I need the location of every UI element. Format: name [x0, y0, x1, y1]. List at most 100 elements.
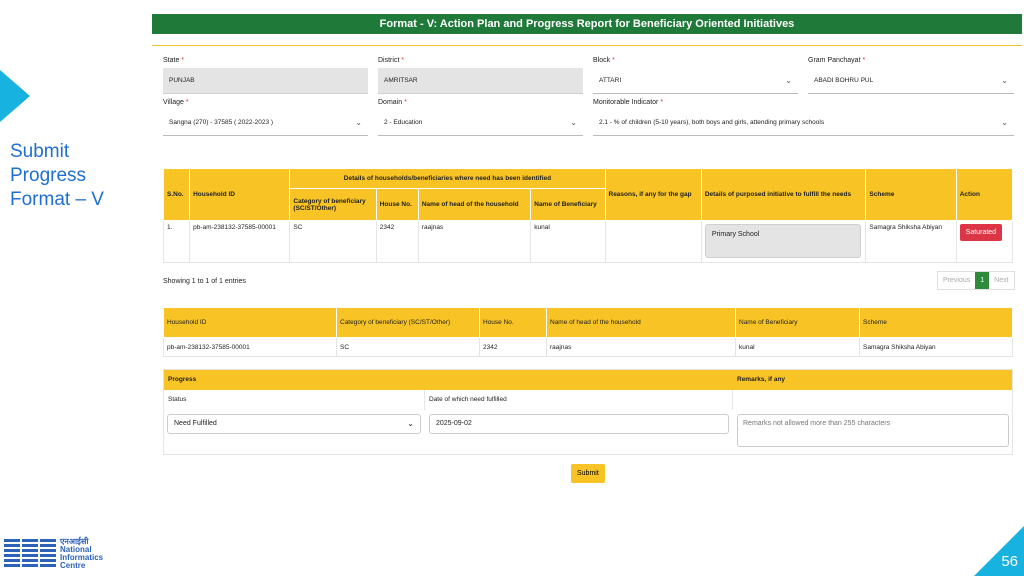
chevron-down-icon: ⌄	[1001, 118, 1008, 127]
col2-category: Category of beneficiary (SC/ST/Other)	[336, 307, 480, 338]
progress-header: Progress Remarks, if any	[164, 370, 1012, 390]
chevron-down-icon: ⌄	[407, 419, 414, 428]
indicator-label: Monitorable Indicator *	[593, 99, 664, 106]
col-group-details: Details of households/beneficiaries wher…	[289, 168, 606, 189]
slide-title-line1: Submit	[10, 141, 70, 162]
progress-section: Progress Remarks, if any Status Date of …	[163, 369, 1013, 455]
progress-subheader: Status Date of which need fulfilled	[164, 390, 1012, 410]
beneficiary-table: S.No. Household ID Details of households…	[162, 168, 1014, 263]
village-value: Sangna (270) - 37585 ( 2022-2023 )	[169, 119, 274, 126]
cell-action: Saturated	[955, 220, 1014, 263]
domain-value: 2 - Education	[384, 119, 423, 126]
indicator-field: Monitorable Indicator * 2.1 - % of child…	[593, 99, 1014, 136]
table-row: 1. pb-am-238132-37585-00001 SC 2342 raaj…	[162, 220, 1014, 263]
nic-logo: एनआईसी National Informatics Centre	[4, 538, 103, 570]
col-household-id: Household ID	[189, 168, 291, 221]
cell-initiative: Primary School	[700, 220, 867, 263]
indicator-select[interactable]: 2.1 - % of children (5-10 years), both b…	[593, 110, 1014, 136]
col-beneficiary: Name of Beneficiary	[530, 188, 606, 221]
state-field: State * PUNJAB	[163, 57, 368, 94]
pagination-page-1[interactable]: 1	[975, 272, 990, 289]
slide-title-line3: Format – V	[10, 189, 104, 210]
slide-title: Submit Progress Format – V	[10, 140, 140, 212]
header-divider	[152, 45, 1022, 46]
remarks-cell: Remarks not allowed more than 255 charac…	[733, 410, 1012, 447]
cell2-head-name: raajnas	[546, 337, 736, 357]
block-select[interactable]: ATTARI ⌄	[593, 68, 798, 94]
page-number: 56	[1001, 553, 1018, 570]
col-category: Category of beneficiary (SC/ST/Other)	[289, 188, 377, 221]
cell-head-name: raajnas	[417, 220, 532, 263]
gram-label: Gram Panchayat *	[808, 57, 866, 64]
slide-title-line2: Progress	[10, 165, 87, 186]
chevron-down-icon: ⌄	[355, 118, 362, 127]
cell2-beneficiary: kunal	[735, 337, 860, 357]
chevron-down-icon: ⌄	[785, 76, 792, 85]
remarks-heading: Remarks, if any	[737, 376, 786, 383]
domain-select[interactable]: 2 - Education ⌄	[378, 110, 583, 136]
village-label: Village *	[163, 99, 189, 106]
domain-field: Domain * 2 - Education ⌄	[378, 99, 583, 136]
col2-scheme: Scheme	[859, 307, 1013, 338]
table-row: pb-am-238132-37585-00001 SC 2342 raajnas…	[163, 337, 1013, 357]
pagination-next[interactable]: Next	[989, 272, 1013, 289]
pagination: Previous 1 Next	[937, 271, 1015, 290]
nic-logo-text: एनआईसी National Informatics Centre	[60, 538, 103, 570]
state-label: State *	[163, 57, 185, 64]
district-field: District * AMRITSAR	[378, 57, 583, 94]
chevron-down-icon: ⌄	[570, 118, 577, 127]
village-field: Village * Sangna (270) - 37585 ( 2022-20…	[163, 99, 368, 136]
domain-label: Domain *	[378, 99, 407, 106]
saturated-button[interactable]: Saturated	[959, 224, 1003, 241]
remarks-label-spacer	[733, 390, 741, 410]
col-action: Action	[955, 168, 1014, 221]
logo-line3: Centre	[60, 561, 86, 570]
status-select[interactable]: Need Fulfilled ⌄	[167, 414, 421, 434]
cell2-house-no: 2342	[479, 337, 547, 357]
cell-house-no: 2342	[375, 220, 419, 263]
form-header: Format - V: Action Plan and Progress Rep…	[152, 14, 1022, 34]
date-cell: 2025-09-02	[425, 410, 733, 447]
col2-beneficiary: Name of Beneficiary	[735, 307, 860, 338]
cell-beneficiary: kunal	[530, 220, 606, 263]
cell2-scheme: Samagra Shiksha Abiyan	[859, 337, 1013, 357]
form-container: Format - V: Action Plan and Progress Rep…	[152, 14, 1022, 46]
household-summary-table: Household ID Category of beneficiary (SC…	[163, 307, 1013, 357]
status-cell: Need Fulfilled ⌄	[164, 410, 425, 447]
status-label: Status	[164, 390, 425, 410]
village-select[interactable]: Sangna (270) - 37585 ( 2022-2023 ) ⌄	[163, 110, 368, 136]
col2-household-id: Household ID	[163, 307, 337, 338]
nic-logo-mark	[4, 539, 56, 569]
gram-select[interactable]: ABADI BOHRU PUL ⌄	[808, 68, 1014, 94]
district-label: District *	[378, 57, 405, 64]
state-input[interactable]: PUNJAB	[163, 68, 368, 94]
col-head-name: Name of head of the household	[417, 188, 532, 221]
block-value: ATTARI	[599, 77, 622, 84]
progress-inputs: Need Fulfilled ⌄ 2025-09-02 Remarks not a…	[164, 410, 1012, 447]
col-initiative-details: Details of purposed initiative to fulfil…	[700, 168, 867, 221]
chevron-down-icon: ⌄	[1001, 76, 1008, 85]
date-input[interactable]: 2025-09-02	[429, 414, 729, 434]
submit-button[interactable]: Submit	[571, 464, 605, 483]
date-label: Date of which need fulfilled	[425, 390, 733, 410]
district-input[interactable]: AMRITSAR	[378, 68, 583, 94]
block-label: Block *	[593, 57, 615, 64]
gram-value: ABADI BOHRU PUL	[814, 77, 874, 84]
cell-household-id: pb-am-238132-37585-00001	[189, 220, 291, 263]
progress-heading: Progress	[168, 376, 197, 383]
remarks-textarea[interactable]: Remarks not allowed more than 255 charac…	[737, 414, 1009, 447]
slide-accent-triangle	[0, 70, 30, 122]
cell-sno: 1.	[162, 220, 191, 263]
pagination-previous[interactable]: Previous	[938, 272, 975, 289]
col-sno: S.No.	[162, 168, 191, 221]
gram-field: Gram Panchayat * ABADI BOHRU PUL ⌄	[808, 57, 1014, 94]
cell-category: SC	[289, 220, 377, 263]
col-scheme: Scheme	[865, 168, 957, 221]
entries-info: Showing 1 to 1 of 1 entries	[163, 278, 246, 285]
cell2-category: SC	[336, 337, 480, 357]
initiative-textarea[interactable]: Primary School	[704, 224, 861, 258]
status-value: Need Fulfilled	[174, 420, 217, 427]
cell-reasons	[604, 220, 702, 263]
col2-house-no: House No.	[479, 307, 547, 338]
cell-scheme: Samagra Shiksha Abiyan	[865, 220, 957, 263]
